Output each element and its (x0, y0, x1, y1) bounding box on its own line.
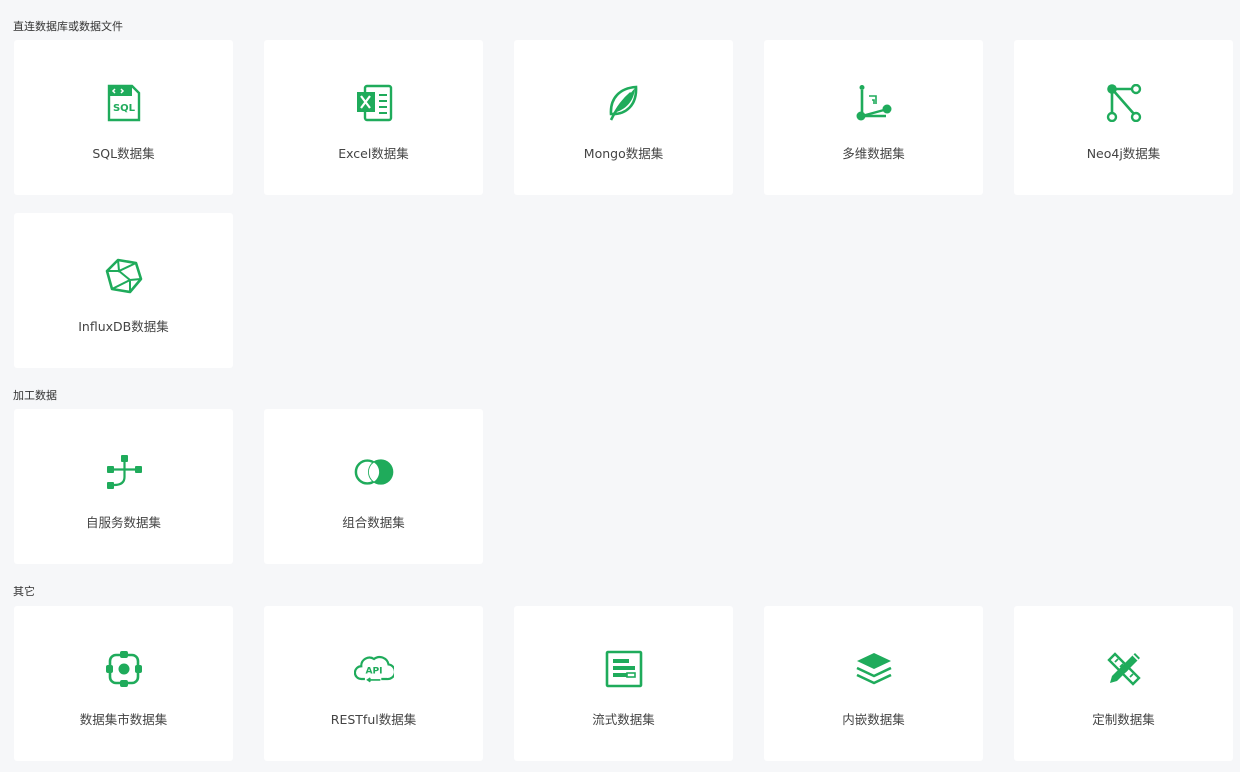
stream-icon (604, 649, 644, 689)
flow-tree-icon (104, 452, 144, 492)
layers-icon (854, 649, 894, 689)
card-label: 多维数据集 (842, 146, 905, 161)
card-neo4j-dataset[interactable]: Neo4j数据集 (1014, 40, 1233, 195)
ruler-pencil-icon (1104, 649, 1144, 689)
svg-text:API: API (365, 667, 382, 677)
card-stream-dataset[interactable]: 流式数据集 (514, 606, 733, 761)
api-cloud-icon: API (353, 649, 394, 689)
card-label: 内嵌数据集 (842, 712, 905, 727)
data-mart-icon (104, 649, 144, 689)
leaf-icon (604, 83, 644, 123)
card-mongo-dataset[interactable]: Mongo数据集 (514, 40, 733, 195)
card-restful-dataset[interactable]: API RESTful数据集 (264, 606, 483, 761)
card-label: 组合数据集 (342, 515, 405, 530)
card-self-service-dataset[interactable]: 自服务数据集 (14, 409, 233, 564)
card-custom-dataset[interactable]: 定制数据集 (1014, 606, 1233, 761)
polyhedron-icon (104, 256, 144, 296)
card-label: 自服务数据集 (85, 515, 161, 530)
card-label: Neo4j数据集 (1086, 146, 1161, 161)
section-title-processed: 加工数据 (13, 389, 57, 402)
multidimensional-icon (854, 83, 894, 123)
card-multidimensional-dataset[interactable]: 多维数据集 (764, 40, 983, 195)
graph-nodes-icon (1104, 83, 1144, 123)
card-excel-dataset[interactable]: Excel数据集 (264, 40, 483, 195)
section-title-direct: 直连数据库或数据文件 (13, 20, 123, 33)
card-data-mart-dataset[interactable]: 数据集市数据集 (14, 606, 233, 761)
card-influxdb-dataset[interactable]: InfluxDB数据集 (14, 213, 233, 368)
overlap-circles-icon (354, 452, 394, 492)
card-label: 数据集市数据集 (79, 712, 168, 727)
sql-file-icon: SQL (104, 83, 144, 123)
svg-text:SQL: SQL (112, 103, 135, 114)
card-label: SQL数据集 (92, 146, 155, 161)
excel-icon (354, 83, 394, 123)
card-label: 定制数据集 (1092, 712, 1155, 727)
card-label: RESTful数据集 (330, 712, 417, 727)
card-label: Mongo数据集 (583, 146, 664, 161)
card-sql-dataset[interactable]: SQL SQL数据集 (14, 40, 233, 195)
card-label: Excel数据集 (338, 146, 409, 161)
card-label: InfluxDB数据集 (78, 319, 169, 334)
card-label: 流式数据集 (592, 712, 655, 727)
card-composite-dataset[interactable]: 组合数据集 (264, 409, 483, 564)
section-title-other: 其它 (13, 585, 35, 598)
card-embedded-dataset[interactable]: 内嵌数据集 (764, 606, 983, 761)
